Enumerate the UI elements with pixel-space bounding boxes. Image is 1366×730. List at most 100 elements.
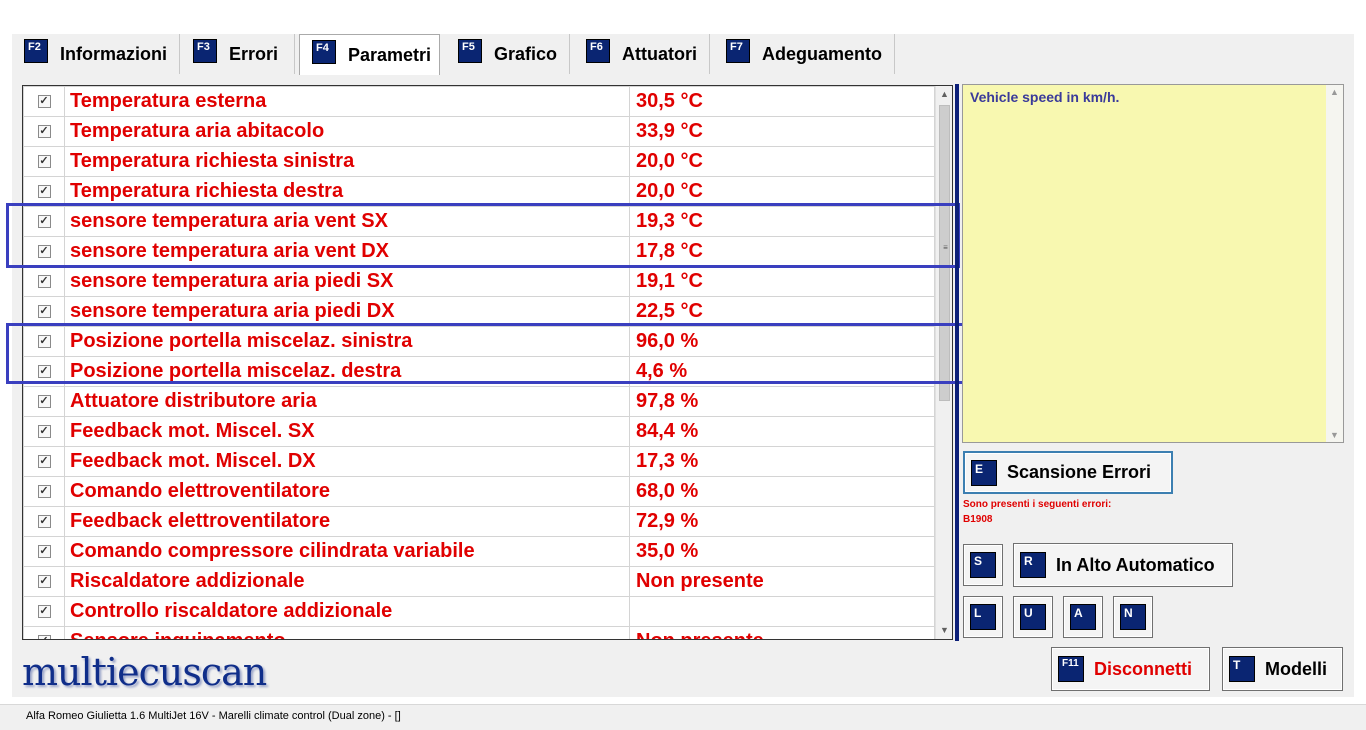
parameter-name: sensore temperatura aria piedi SX — [64, 266, 630, 297]
parameter-row[interactable]: ✓ Controllo riscaldatore addizionale — [23, 596, 935, 627]
parameter-name: Temperatura richiesta destra — [64, 176, 630, 207]
parameter-checkbox-cell: ✓ — [23, 626, 65, 639]
parameter-checkbox[interactable]: ✓ — [37, 395, 51, 409]
models-label: Modelli — [1265, 658, 1327, 679]
description-box: Vehicle speed in km/h. ▲ ▼ — [962, 84, 1344, 443]
panel-splitter[interactable] — [955, 84, 959, 641]
parameter-checkbox[interactable]: ✓ — [37, 425, 51, 439]
s-button[interactable]: S — [963, 544, 1003, 586]
parameter-value: 19,1 °C — [629, 266, 935, 297]
scroll-up-icon[interactable]: ▲ — [936, 86, 952, 103]
auto-up-button[interactable]: R In Alto Automatico — [1013, 543, 1233, 587]
parameter-checkbox[interactable]: ✓ — [37, 455, 51, 469]
n-button[interactable]: N — [1113, 596, 1153, 638]
parameter-name: sensore temperatura aria piedi DX — [64, 296, 630, 327]
parameter-name: Feedback mot. Miscel. SX — [64, 416, 630, 447]
u-button[interactable]: U — [1013, 596, 1053, 638]
scroll-up-icon[interactable]: ▲ — [1326, 87, 1343, 97]
parameter-row[interactable]: ✓ Feedback mot. Miscel. SX 84,4 % — [23, 416, 935, 447]
parameter-row[interactable]: ✓ sensore temperatura aria vent SX 19,3 °C — [23, 206, 935, 237]
parameter-row[interactable]: ✓ Temperatura aria abitacolo 33,9 °C — [23, 116, 935, 147]
parameter-checkbox-cell: ✓ — [23, 506, 65, 537]
tab-attuatori[interactable]: F6 Attuatori — [574, 34, 710, 74]
parameter-checkbox[interactable]: ✓ — [37, 95, 51, 109]
parameter-value: Non presente — [629, 566, 935, 597]
tab-bar: F2 Informazioni F3 Errori F4 Parametri F… — [12, 34, 1354, 75]
parameter-row[interactable]: ✓ Temperatura esterna 30,5 °C — [23, 86, 935, 117]
parameter-row[interactable]: ✓ Posizione portella miscelaz. sinistra 96… — [23, 326, 935, 357]
f5-key-badge: F5 — [458, 39, 482, 63]
parameter-checkbox[interactable]: ✓ — [37, 605, 51, 619]
parameter-checkbox-cell: ✓ — [23, 116, 65, 147]
tab-grafico[interactable]: F5 Grafico — [446, 34, 570, 74]
s-key-badge: S — [970, 552, 996, 578]
tab-parametri[interactable]: F4 Parametri — [299, 34, 440, 75]
parameter-row[interactable]: ✓ Comando elettroventilatore 68,0 % — [23, 476, 935, 507]
parameter-value: 84,4 % — [629, 416, 935, 447]
parameter-row[interactable]: ✓ Sensore inquinamentoNon presente — [23, 626, 935, 639]
parameter-grid[interactable]: ✓ Temperatura esterna 30,5 °C ✓ Temperatura … — [22, 85, 953, 640]
parameter-checkbox-cell: ✓ — [23, 416, 65, 447]
grid-scrollbar[interactable]: ▲ ≡ ▼ — [935, 86, 952, 639]
parameter-value: 17,8 °C — [629, 236, 935, 267]
parameter-checkbox[interactable]: ✓ — [37, 365, 51, 379]
description-text: Vehicle speed in km/h. — [970, 89, 1120, 105]
parameter-checkbox[interactable]: ✓ — [37, 245, 51, 259]
parameter-row[interactable]: ✓ sensore temperatura aria piedi DX 22,5 °… — [23, 296, 935, 327]
parameter-value: 20,0 °C — [629, 176, 935, 207]
description-scrollbar[interactable]: ▲ ▼ — [1326, 85, 1343, 442]
a-key-badge: A — [1070, 604, 1096, 630]
scroll-down-icon[interactable]: ▼ — [936, 622, 952, 639]
f11-key-badge: F11 — [1058, 656, 1084, 682]
parameter-checkbox[interactable]: ✓ — [37, 335, 51, 349]
parameter-value: 4,6 % — [629, 356, 935, 387]
parameter-checkbox-cell: ✓ — [23, 266, 65, 297]
parameter-checkbox[interactable]: ✓ — [37, 575, 51, 589]
parameter-checkbox[interactable]: ✓ — [37, 215, 51, 229]
tab-adeguamento[interactable]: F7 Adeguamento — [714, 34, 895, 74]
parameter-row[interactable]: ✓ Temperatura richiesta destra 20,0 °C — [23, 176, 935, 207]
parameter-name: sensore temperatura aria vent SX — [64, 206, 630, 237]
parameter-name: Feedback mot. Miscel. DX — [64, 446, 630, 477]
parameter-checkbox[interactable]: ✓ — [37, 275, 51, 289]
parameter-row[interactable]: ✓ sensore temperatura aria piedi SX 19,1 °… — [23, 266, 935, 297]
a-button[interactable]: A — [1063, 596, 1103, 638]
parameter-checkbox[interactable]: ✓ — [37, 485, 51, 499]
grip-icon: ≡ — [943, 243, 948, 252]
parameter-name: Sensore inquinamento — [64, 626, 630, 639]
parameter-row[interactable]: ✓ Comando compressore cilindrata variabil… — [23, 536, 935, 567]
parameter-row[interactable]: ✓ Temperatura richiesta sinistra 20,0 °C — [23, 146, 935, 177]
parameter-checkbox[interactable]: ✓ — [37, 635, 51, 639]
parameter-value: 17,3 % — [629, 446, 935, 477]
parameter-row[interactable]: ✓ sensore temperatura aria vent DX 17,8 °C — [23, 236, 935, 267]
parameter-row[interactable]: ✓ Riscaldatore addizionale Non presente — [23, 566, 935, 597]
parameter-checkbox-cell: ✓ — [23, 326, 65, 357]
parameter-name: Temperatura esterna — [64, 86, 630, 117]
parameter-row[interactable]: ✓ Feedback mot. Miscel. DX 17,3 % — [23, 446, 935, 477]
parameter-checkbox[interactable]: ✓ — [37, 125, 51, 139]
models-button[interactable]: T Modelli — [1222, 647, 1343, 691]
parameter-value: 97,8 % — [629, 386, 935, 417]
parameter-checkbox[interactable]: ✓ — [37, 155, 51, 169]
parameter-checkbox-cell: ✓ — [23, 476, 65, 507]
parameter-checkbox-cell: ✓ — [23, 146, 65, 177]
parameter-row[interactable]: ✓ Attuatore distributore aria 97,8 % — [23, 386, 935, 417]
parameter-checkbox[interactable]: ✓ — [37, 185, 51, 199]
disconnect-button[interactable]: F11 Disconnetti — [1051, 647, 1210, 691]
parameter-row[interactable]: ✓ Feedback elettroventilatore 72,9 % — [23, 506, 935, 537]
f6-key-badge: F6 — [586, 39, 610, 63]
tab-informazioni[interactable]: F2 Informazioni — [12, 34, 180, 74]
tab-errori[interactable]: F3 Errori — [181, 34, 295, 74]
t-key-badge: T — [1229, 656, 1255, 682]
scroll-thumb[interactable]: ≡ — [939, 105, 950, 401]
parameter-row[interactable]: ✓ Posizione portella miscelaz. destra 4,6 … — [23, 356, 935, 387]
auto-up-label: In Alto Automatico — [1056, 554, 1215, 575]
scroll-down-icon[interactable]: ▼ — [1326, 430, 1343, 440]
parameter-checkbox[interactable]: ✓ — [37, 545, 51, 559]
l-button[interactable]: L — [963, 596, 1003, 638]
parameter-checkbox[interactable]: ✓ — [37, 515, 51, 529]
scan-errors-button[interactable]: E Scansione Errori — [963, 451, 1173, 494]
parameter-checkbox[interactable]: ✓ — [37, 305, 51, 319]
parameter-checkbox-cell: ✓ — [23, 596, 65, 627]
parameter-name: Temperatura aria abitacolo — [64, 116, 630, 147]
